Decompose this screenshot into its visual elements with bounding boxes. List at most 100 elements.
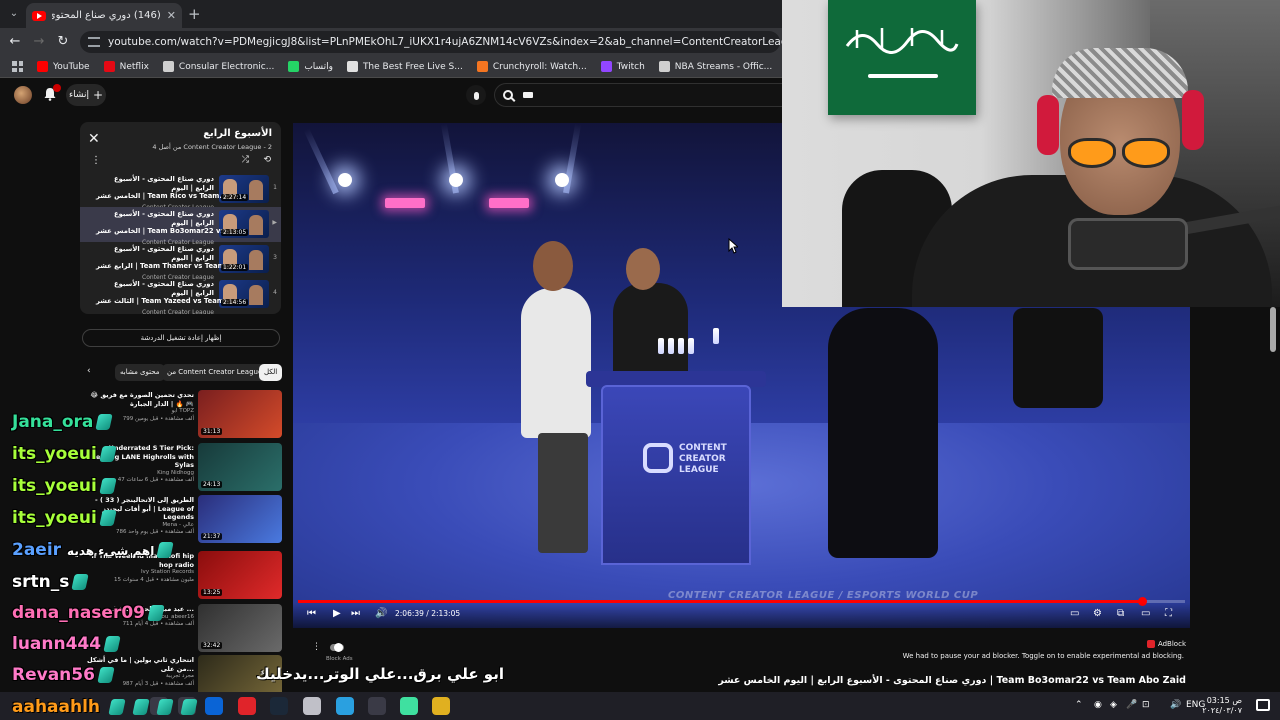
subtitles-icon[interactable]: ▭	[1070, 608, 1079, 619]
apps-grid-icon[interactable]	[12, 61, 23, 72]
theater-mode-icon[interactable]: ▭	[1141, 608, 1150, 619]
settings-gear-icon[interactable]: ⚙	[1093, 608, 1102, 619]
playlist-item-thumbnail[interactable]: 1:22:01	[219, 245, 269, 273]
chat-message: dana_naser09	[12, 603, 165, 623]
notifications-bell-icon[interactable]	[42, 84, 61, 102]
stage-beam	[303, 128, 339, 195]
chat-emote	[71, 574, 90, 590]
recommended-thumbnail[interactable]: 13:25	[198, 551, 282, 599]
duration-badge: 2:27:14	[221, 194, 249, 201]
bookmark-item[interactable]: NBA Streams - Offic...	[658, 61, 773, 72]
fullscreen-icon[interactable]: ⛶	[1165, 608, 1172, 619]
tray-app-icon[interactable]: ◉	[1094, 700, 1102, 710]
more-options-icon[interactable]: ⋮	[91, 155, 101, 166]
bookmark-item[interactable]: Twitch	[600, 61, 645, 72]
person-black-thobe	[828, 308, 938, 558]
chip-from-channel[interactable]: من Content Creator League	[162, 364, 268, 381]
browser-tab-youtube[interactable]: (146) دوري صناع المحتوى - الأسب... ✕	[26, 3, 182, 28]
bookmark-item[interactable]: YouTube	[37, 61, 90, 72]
recommended-thumbnail[interactable]: 32:42	[198, 604, 282, 652]
bookmark-item[interactable]: The Best Free Live S...	[346, 61, 463, 72]
bookmark-item[interactable]: Consular Electronic...	[162, 61, 274, 72]
chat-username: aahaahlh	[12, 697, 101, 717]
url-text: youtube.com/watch?v=PDMegjicgJ8&list=PLn…	[108, 36, 801, 48]
keyboard-icon[interactable]	[523, 92, 533, 98]
create-button[interactable]: إنشاء +	[66, 84, 106, 106]
more-options-icon[interactable]: ⋮	[312, 642, 321, 652]
chat-emote	[132, 699, 150, 715]
next-icon[interactable]: ⏭	[351, 608, 360, 619]
recommended-channel: Ivy Station Records	[140, 569, 194, 575]
back-arrow-icon[interactable]: ←	[6, 33, 24, 51]
league-client-icon[interactable]	[432, 697, 450, 715]
close-playlist-icon[interactable]: ✕	[88, 131, 100, 147]
playlist-item-thumbnail[interactable]: 2:14:56	[219, 280, 269, 308]
reload-icon[interactable]: ↻	[54, 33, 72, 51]
page-scrollbar[interactable]	[1270, 307, 1276, 352]
chevron-left-icon[interactable]: ‹	[87, 366, 91, 376]
notifications-icon[interactable]	[1256, 699, 1270, 711]
bookmark-item[interactable]: Crunchyroll: Watch...	[476, 61, 587, 72]
search-input[interactable]	[494, 83, 784, 107]
4k-app-icon[interactable]	[368, 697, 386, 715]
glasses-right-lens	[1122, 138, 1170, 168]
recommended-thumbnail[interactable]: 24:13	[198, 443, 282, 491]
volume-icon[interactable]: 🔊	[375, 608, 387, 619]
shuffle-icon[interactable]: ⤮	[242, 155, 249, 165]
bookmark-favicon-icon	[476, 61, 488, 72]
loop-icon[interactable]: ⟲	[263, 155, 271, 165]
chip-related[interactable]: محتوى مشابه	[115, 364, 165, 381]
outlook-icon[interactable]	[205, 697, 223, 715]
playlist-item[interactable]: 3 1:22:01 دوري صناع المحتوى - الأسبوع الرا…	[80, 242, 281, 281]
steam-icon[interactable]	[270, 697, 288, 715]
playlist-item-title: دوري صناع المحتوى - الأسبوع الرابع | الي…	[113, 175, 214, 192]
new-tab-icon[interactable]: +	[188, 5, 201, 23]
adblock-brand-text: AdBlock	[1157, 640, 1186, 648]
block-ads-toggle[interactable]	[330, 643, 344, 652]
tray-chevron-icon[interactable]: ⌃	[1075, 700, 1083, 710]
chrome-icon[interactable]	[303, 697, 321, 715]
person-legs	[538, 433, 588, 553]
playlist-item[interactable]: ▶ 2:13:05 دوري صناع المحتوى - الأسبوع الرا…	[80, 207, 281, 246]
recommended-thumbnail[interactable]: 31:13	[198, 390, 282, 438]
telegram-icon[interactable]	[336, 697, 354, 715]
chat-emote	[97, 667, 115, 683]
system-clock[interactable]: 03:15 ص ٢٠٢٤/٠٣/٠٧	[1202, 696, 1242, 716]
playlist-item[interactable]: 1 2:27:14 دوري صناع المحتوى - الأسبوع الرا…	[80, 172, 281, 211]
playlist-item[interactable]: 4 2:14:56 دوري صناع المحتوى - الأسبوع الرا…	[80, 277, 281, 314]
water-bottle	[688, 338, 694, 354]
screen: ⌄ (146) دوري صناع المحتوى - الأسب... ✕ +…	[0, 0, 1280, 720]
player-controls: ⏮ ▶ ⏭ 🔊 2:06:39 / 2:13:05 ▭ ⚙ ⧉ ▭ ⛶	[293, 603, 1190, 628]
tray-network-icon[interactable]: ⊡	[1142, 700, 1150, 710]
duration-badge: 24:13	[201, 481, 223, 488]
chip-all[interactable]: الكل	[259, 364, 283, 381]
account-avatar[interactable]	[14, 86, 32, 104]
bookmark-item[interactable]: Netflix	[103, 61, 149, 72]
tab-close-icon[interactable]: ✕	[167, 9, 176, 22]
stage-light	[338, 173, 352, 187]
show-chat-replay-button[interactable]: إظهار إعادة تشغيل الدردشة	[82, 329, 280, 347]
playlist-item-thumbnail[interactable]: 2:13:05	[219, 210, 269, 238]
chat-emote	[103, 636, 121, 652]
voice-search-button[interactable]	[466, 85, 486, 105]
previous-icon[interactable]: ⏮	[307, 608, 316, 619]
site-info-icon[interactable]	[88, 37, 100, 47]
playlist-title[interactable]: الأسبوع الرابع	[203, 128, 272, 139]
chat-emote	[156, 699, 174, 715]
forward-arrow-icon[interactable]: →	[30, 33, 48, 51]
playlist-item-thumbnail[interactable]: 2:27:14	[219, 175, 269, 203]
playlist-item-title-line2: الخامس عشر | Team Rico vs Team...	[96, 192, 228, 200]
address-bar[interactable]: youtube.com/watch?v=PDMegjicgJ8&list=PLn…	[80, 31, 801, 53]
play-icon[interactable]: ▶	[333, 608, 341, 619]
duration-badge: 21:37	[201, 533, 223, 540]
miniplayer-icon[interactable]: ⧉	[1117, 608, 1124, 619]
tab-search-icon[interactable]: ⌄	[6, 6, 22, 22]
tray-mic-icon[interactable]: 🎤	[1126, 700, 1137, 710]
tray-volume-icon[interactable]: 🔊	[1170, 700, 1181, 710]
obs-icon[interactable]	[400, 697, 418, 715]
bookmark-label: NBA Streams - Offic...	[674, 61, 773, 72]
bookmark-item[interactable]: واتساب	[288, 61, 333, 72]
adobe-icon[interactable]	[238, 697, 256, 715]
recommended-thumbnail[interactable]: 21:37	[198, 495, 282, 543]
tray-app-icon[interactable]: ◈	[1110, 700, 1117, 710]
